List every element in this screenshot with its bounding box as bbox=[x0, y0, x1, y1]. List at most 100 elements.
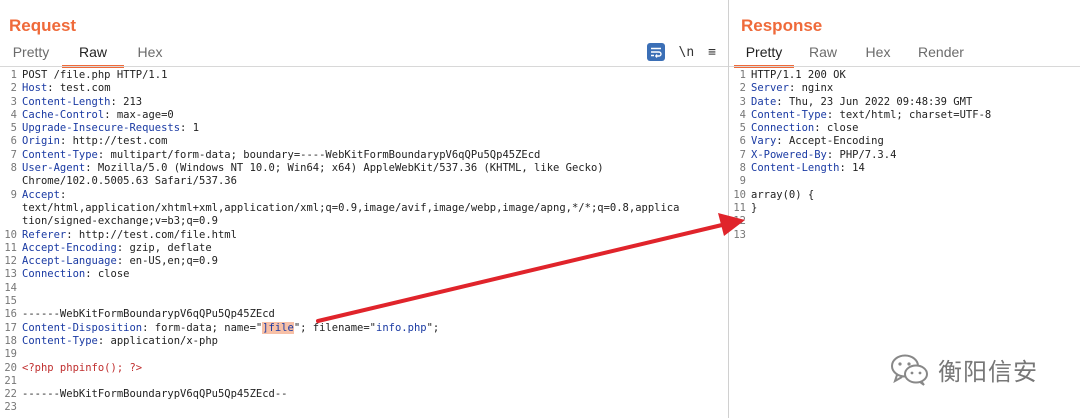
code-line: 8 Content-Length: 14 bbox=[729, 162, 1080, 175]
menu-icon[interactable]: ≡ bbox=[708, 45, 716, 60]
code-line: 11 Accept-Encoding: gzip, deflate bbox=[0, 242, 728, 255]
response-tab-raw[interactable]: Raw bbox=[794, 42, 852, 65]
line-number: 4 bbox=[739, 108, 746, 121]
code-token: : 1 bbox=[180, 122, 200, 135]
newline-toggle-icon[interactable]: \n bbox=[679, 45, 695, 60]
request-tab-hex[interactable]: Hex bbox=[124, 42, 176, 65]
header-name: X-Powered-By bbox=[751, 148, 827, 161]
header-name: Content-Disposition bbox=[22, 321, 143, 334]
code-token: ]file bbox=[262, 321, 294, 334]
request-toolbar: \n ≡ bbox=[646, 43, 716, 61]
line-content: <?php phpinfo(); ?> bbox=[22, 362, 142, 375]
header-name: Vary bbox=[751, 135, 777, 148]
code-token: : bbox=[59, 188, 67, 201]
line-number: 6 bbox=[10, 135, 17, 148]
code-token: } bbox=[751, 201, 758, 214]
line-number: 9 bbox=[10, 188, 17, 201]
code-line: 19 bbox=[0, 348, 728, 361]
line-content: Content-Disposition: form-data; name="]f… bbox=[22, 321, 439, 335]
response-title: Response bbox=[741, 16, 823, 35]
code-token: : http://test.com/file.html bbox=[66, 228, 237, 241]
code-line: 9 bbox=[729, 175, 1080, 188]
line-content: text/html,application/xhtml+xml,applicat… bbox=[22, 202, 679, 215]
code-line: 12 bbox=[729, 215, 1080, 228]
line-content: Date: Thu, 23 Jun 2022 09:48:39 GMT bbox=[751, 96, 972, 109]
response-tabs: Pretty Raw Hex Render bbox=[734, 42, 978, 68]
line-number: 23 bbox=[4, 401, 17, 414]
line-number: 7 bbox=[739, 148, 746, 161]
line-content: Accept-Encoding: gzip, deflate bbox=[22, 242, 212, 255]
request-editor[interactable]: 1 POST /file.php HTTP/1.1 2 Host: test.com 3… bbox=[0, 69, 728, 415]
code-line: 7 Content-Type: multipart/form-data; boun… bbox=[0, 149, 728, 162]
line-content: Connection: close bbox=[22, 268, 129, 281]
header-name: Host bbox=[22, 82, 48, 95]
line-content: Content-Type: text/html; charset=UTF-8 bbox=[751, 109, 991, 122]
line-number: 18 bbox=[4, 334, 17, 347]
line-number: 7 bbox=[10, 148, 17, 161]
code-line: 3 Content-Length: 213 bbox=[0, 96, 728, 109]
header-name: Origin bbox=[22, 135, 60, 148]
header-name: Date bbox=[751, 95, 777, 108]
code-line: Chrome/102.0.5005.63 Safari/537.36 bbox=[0, 175, 728, 188]
code-line: 6 Origin: http://test.com bbox=[0, 135, 728, 148]
line-content: Server: nginx bbox=[751, 82, 833, 95]
code-token: : http://test.com bbox=[59, 135, 168, 148]
line-number bbox=[0, 215, 22, 228]
line-content: ------WebKitFormBoundarypV6qQPu5Qp45ZEcd bbox=[22, 308, 275, 321]
code-line: 10 array(0) { bbox=[729, 189, 1080, 202]
line-number: 19 bbox=[4, 348, 17, 361]
line-number: 2 bbox=[10, 82, 17, 95]
code-line: 13 Connection: close bbox=[0, 268, 728, 281]
request-tab-pretty[interactable]: Pretty bbox=[0, 42, 62, 65]
code-line: 2 Server: nginx bbox=[729, 82, 1080, 95]
code-line: 21 bbox=[0, 375, 728, 388]
request-divider bbox=[0, 66, 728, 67]
line-number: 9 bbox=[739, 175, 746, 188]
code-line: 22 ------WebKitFormBoundarypV6qQPu5Qp45ZE… bbox=[0, 388, 728, 401]
code-line: 6 Vary: Accept-Encoding bbox=[729, 135, 1080, 148]
line-content: POST /file.php HTTP/1.1 bbox=[22, 69, 167, 82]
code-line: 5 Upgrade-Insecure-Requests: 1 bbox=[0, 122, 728, 135]
line-number: 5 bbox=[739, 122, 746, 135]
header-name: Content-Type bbox=[751, 108, 827, 121]
code-token: : PHP/7.3.4 bbox=[826, 148, 897, 161]
code-token: array(0) { bbox=[751, 188, 815, 201]
line-content: } bbox=[751, 202, 757, 215]
line-content: Content-Length: 14 bbox=[751, 162, 865, 175]
line-number: 3 bbox=[739, 95, 746, 108]
line-content: Upgrade-Insecure-Requests: 1 bbox=[22, 122, 199, 135]
response-tab-render[interactable]: Render bbox=[904, 42, 978, 65]
watermark: 衡阳信安 bbox=[890, 352, 1038, 387]
line-number: 15 bbox=[4, 295, 17, 308]
code-line: 18 Content-Type: application/x-php bbox=[0, 335, 728, 348]
request-tab-raw[interactable]: Raw bbox=[62, 42, 124, 68]
line-number bbox=[0, 175, 22, 188]
code-line: 4 Content-Type: text/html; charset=UTF-8 bbox=[729, 109, 1080, 122]
code-token: text/html,application/xhtml+xml,applicat… bbox=[22, 201, 680, 214]
code-line: 13 bbox=[729, 229, 1080, 242]
header-name: Accept bbox=[22, 188, 60, 201]
header-name: Content-Type bbox=[22, 334, 98, 347]
code-line: 4 Cache-Control: max-age=0 bbox=[0, 109, 728, 122]
response-tab-hex[interactable]: Hex bbox=[852, 42, 904, 65]
response-tab-pretty[interactable]: Pretty bbox=[734, 42, 794, 68]
line-content: Origin: http://test.com bbox=[22, 135, 167, 148]
wrap-lines-icon[interactable] bbox=[646, 43, 665, 61]
header-name: Connection bbox=[22, 268, 86, 281]
code-token: : 14 bbox=[839, 162, 865, 175]
line-number: 1 bbox=[10, 69, 17, 81]
code-line: 17 Content-Disposition: form-data; name="… bbox=[0, 321, 728, 335]
line-number: 17 bbox=[4, 321, 17, 334]
header-name: Connection bbox=[751, 122, 815, 135]
code-token: Chrome/102.0.5005.63 Safari/537.36 bbox=[22, 175, 237, 188]
code-token: : Mozilla/5.0 (Windows NT 10.0; Win64; x… bbox=[85, 162, 604, 175]
line-number: 6 bbox=[739, 135, 746, 148]
code-token: : gzip, deflate bbox=[116, 241, 212, 254]
code-token: : en-US,en;q=0.9 bbox=[116, 255, 218, 268]
response-editor[interactable]: 1 HTTP/1.1 200 OK 2 Server: nginx 3 Date: Thu… bbox=[729, 69, 1080, 242]
line-number: 4 bbox=[10, 108, 17, 121]
line-content: X-Powered-By: PHP/7.3.4 bbox=[751, 149, 896, 162]
code-token: : Accept-Encoding bbox=[776, 135, 884, 148]
code-token: : nginx bbox=[788, 82, 834, 95]
code-token: : Thu, 23 Jun 2022 09:48:39 GMT bbox=[776, 95, 973, 108]
